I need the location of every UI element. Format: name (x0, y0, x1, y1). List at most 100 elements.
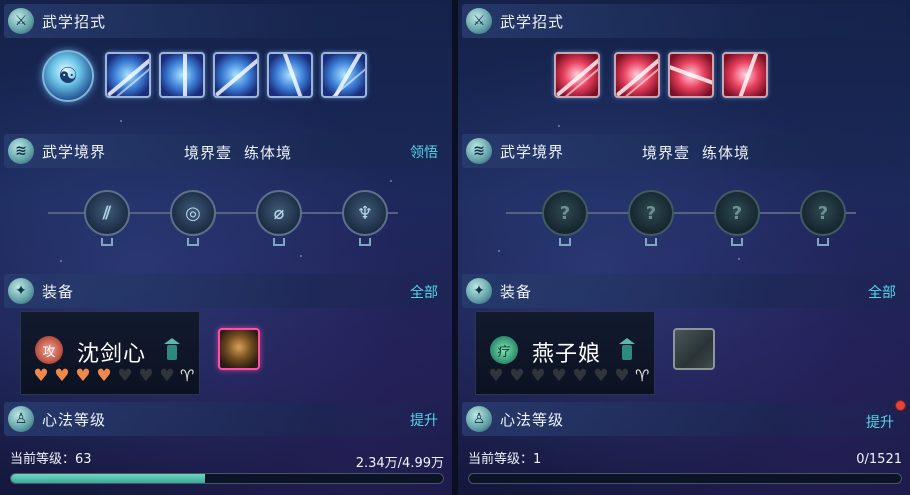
star (300, 255, 302, 257)
sword-icon: ⚔ (466, 8, 492, 34)
heart-icon: ♥ (593, 366, 609, 386)
upgrade-button[interactable]: 提升 (866, 400, 906, 432)
realm-icon: ≋ (8, 138, 34, 164)
skill-slot-3[interactable] (668, 52, 714, 98)
mind-header: ♙ 心法等级 提升 (4, 402, 448, 436)
node-tab (559, 238, 571, 246)
node-tab (187, 238, 199, 246)
attack-badge: 攻 (35, 336, 63, 364)
equip-card[interactable]: 攻 沈剑心 ♥ ♥ ♥ ♥ ♥ ♥ ♥ ♈ (20, 311, 200, 395)
mind-title: 心法等级 (500, 410, 565, 429)
goat-icon: ♈ (180, 366, 195, 385)
heart-icon: ♥ (75, 366, 91, 386)
skill-slot-5[interactable] (321, 52, 367, 98)
heart-icon: ♥ (117, 366, 133, 386)
equipment-item-slot[interactable] (218, 328, 260, 370)
realm-node-locked-4[interactable]: ? (800, 190, 846, 236)
current-level: 当前等级：1 (468, 452, 542, 467)
upgrade-button[interactable]: 提升 (410, 410, 438, 430)
realm-name: 练体境 (244, 144, 293, 162)
figure-icon (619, 338, 635, 360)
equip-name: 燕子娘 (532, 342, 602, 367)
heart-icon: ♥ (551, 366, 567, 386)
realm-node-locked-1[interactable]: ? (542, 190, 588, 236)
realm-node-1[interactable]: ⫽ (84, 190, 130, 236)
realm-node-locked-2[interactable]: ? (628, 190, 674, 236)
mind-header: ♙ 心法等级 提升 (462, 400, 906, 436)
heart-icon: ♥ (530, 366, 546, 386)
heart-icon: ♥ (159, 366, 175, 386)
equip-title: 装备 (500, 282, 533, 301)
node-tab (359, 238, 371, 246)
equipment-item-slot[interactable] (673, 328, 715, 370)
heart-icon: ♥ (33, 366, 49, 386)
goat-icon: ♈ (635, 366, 650, 385)
star (558, 125, 560, 127)
realm-name: 练体境 (702, 144, 751, 162)
node-tab (273, 238, 285, 246)
notification-dot (895, 400, 906, 411)
node-tab (645, 238, 657, 246)
figure-icon (164, 338, 180, 360)
view-all-button[interactable]: 全部 (868, 282, 896, 302)
equip-header: ✦ 装备 全部 (462, 274, 906, 308)
skill-slot-3[interactable] (213, 52, 259, 98)
node-tab (731, 238, 743, 246)
exp-progress-fill (11, 474, 206, 483)
skill-slot-1[interactable] (105, 52, 151, 98)
skills-header: ⚔ 武学招式 (462, 4, 906, 38)
realm-node-2[interactable]: ◎ (170, 190, 216, 236)
star-rating: ♥ ♥ ♥ ♥ ♥ ♥ ♥ ♈ (31, 366, 194, 386)
right-panel: ⚔ 武学招式 ≋ 武学境界 境界壹 练体境 ? ? ? ? ✦ 装备 全部 疗 … (458, 0, 910, 495)
sword-icon: ⚔ (8, 8, 34, 34)
heart-icon: ♥ (614, 366, 630, 386)
lotus-icon: ♙ (8, 406, 34, 432)
node-tab (817, 238, 829, 246)
skill-slot-2[interactable] (159, 52, 205, 98)
realm-node-3[interactable]: ⌀ (256, 190, 302, 236)
skill-slot-4[interactable] (722, 52, 768, 98)
comprehend-button[interactable]: 领悟 (410, 142, 438, 162)
star-rating: ♥ ♥ ♥ ♥ ♥ ♥ ♥ ♈ (486, 366, 649, 386)
skills-title: 武学招式 (42, 12, 107, 31)
realm-node-locked-3[interactable]: ? (714, 190, 760, 236)
heart-icon: ♥ (572, 366, 588, 386)
equip-card[interactable]: 疗 燕子娘 ♥ ♥ ♥ ♥ ♥ ♥ ♥ ♈ (475, 311, 655, 395)
exp-progress-bar (10, 473, 444, 484)
equip-header: ✦ 装备 全部 (4, 274, 448, 308)
upgrade-label: 提升 (866, 415, 894, 431)
realm-title: 武学境界 (42, 142, 107, 161)
skill-main-icon[interactable]: ☯ (42, 50, 94, 102)
heart-icon: ♥ (138, 366, 154, 386)
realm-node-4[interactable]: ♆ (342, 190, 388, 236)
skill-slot-2[interactable] (614, 52, 660, 98)
equip-icon: ✦ (8, 278, 34, 304)
star (120, 120, 122, 122)
heart-icon: ♥ (509, 366, 525, 386)
exp-progress-bar (468, 473, 902, 484)
current-level: 当前等级：63 (10, 452, 92, 467)
realm-title: 武学境界 (500, 142, 565, 161)
heal-badge: 疗 (490, 336, 518, 364)
star (738, 258, 740, 260)
realm-header: ≋ 武学境界 境界壹 练体境 领悟 (4, 134, 448, 168)
realm-header: ≋ 武学境界 境界壹 练体境 (462, 134, 906, 168)
lotus-icon: ♙ (466, 406, 492, 432)
equip-title: 装备 (42, 282, 75, 301)
view-all-button[interactable]: 全部 (410, 282, 438, 302)
heart-icon: ♥ (488, 366, 504, 386)
equip-name: 沈剑心 (77, 342, 147, 367)
heart-icon: ♥ (96, 366, 112, 386)
skills-header: ⚔ 武学招式 (4, 4, 448, 38)
left-panel: ⚔ 武学招式 ☯ ≋ 武学境界 境界壹 练体境 领悟 ⫽ ◎ ⌀ ♆ ✦ 装备 … (0, 0, 452, 495)
realm-level: 境界壹 (642, 144, 691, 162)
star (498, 250, 500, 252)
mind-title: 心法等级 (42, 410, 107, 429)
node-tab (101, 238, 113, 246)
star (390, 180, 392, 182)
realm-icon: ≋ (466, 138, 492, 164)
exp-value: 2.34万/4.99万 (355, 456, 444, 471)
skill-slot-1[interactable] (554, 52, 600, 98)
skill-slot-4[interactable] (267, 52, 313, 98)
skills-title: 武学招式 (500, 12, 565, 31)
